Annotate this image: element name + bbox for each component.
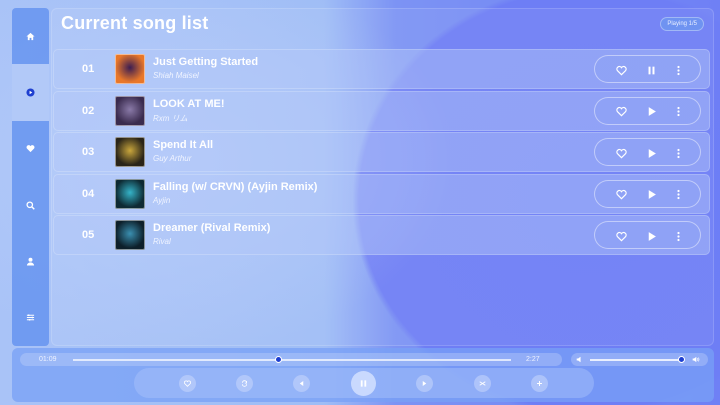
repeat-button[interactable]	[236, 375, 253, 392]
sidebar	[12, 8, 49, 346]
volume-handle[interactable]	[677, 356, 685, 363]
song-artist[interactable]: Rival	[153, 237, 171, 246]
song-artist[interactable]: Ayjin	[153, 196, 170, 205]
play-icon	[648, 107, 656, 116]
page-title: Current song list	[61, 13, 209, 33]
track-number: 05	[82, 229, 95, 241]
pause-button[interactable]	[645, 64, 657, 76]
volume-up-icon[interactable]	[692, 356, 700, 363]
total-time: 2:27	[526, 356, 540, 363]
sidebar-item-favorites[interactable]	[12, 121, 49, 177]
song-artist[interactable]: Guy Arthur	[153, 154, 191, 163]
sidebar-item-now-playing[interactable]	[12, 64, 49, 121]
pause-icon	[360, 380, 367, 387]
track-number: 03	[82, 146, 95, 158]
repeat-icon	[241, 380, 248, 387]
play-icon	[648, 190, 656, 199]
more-options-button[interactable]	[672, 106, 684, 118]
track-number: 04	[82, 187, 95, 200]
play-button[interactable]	[645, 147, 657, 159]
sidebar-item-settings[interactable]	[12, 289, 49, 345]
plus-icon	[537, 381, 542, 386]
pause-icon	[648, 66, 654, 74]
track-number: 01	[82, 63, 95, 75]
heart-outline-icon	[615, 189, 627, 200]
song-row[interactable]: 04 Falling (w/ CRVN) (Ayjin Remix) Ayjin	[53, 173, 710, 214]
song-title[interactable]: Dreamer (Rival Remix)	[153, 222, 270, 234]
song-title[interactable]: Falling (w/ CRVN) (Ayjin Remix)	[153, 181, 317, 193]
song-list: 01 Just Getting Started Shiah Maisel 02 …	[53, 49, 710, 257]
previous-button[interactable]	[293, 375, 310, 392]
more-vertical-icon	[676, 231, 680, 241]
more-vertical-icon	[676, 65, 680, 75]
play-pause-button[interactable]	[351, 371, 376, 396]
volume-down-icon[interactable]	[576, 356, 583, 363]
more-options-button[interactable]	[672, 64, 684, 76]
song-actions	[594, 96, 701, 125]
favorite-button[interactable]	[615, 106, 627, 118]
shuffle-icon	[479, 381, 486, 386]
previous-icon	[299, 381, 304, 386]
favorite-button[interactable]	[615, 230, 627, 242]
heart-outline-icon	[184, 380, 191, 387]
sliders-icon	[26, 314, 35, 321]
favorite-button[interactable]	[615, 189, 627, 201]
sidebar-item-home[interactable]	[12, 8, 49, 64]
next-button[interactable]	[416, 375, 433, 392]
song-artist[interactable]: Rxm リム	[153, 113, 188, 124]
song-actions	[594, 55, 701, 83]
heart-outline-icon	[615, 65, 627, 76]
search-icon	[26, 200, 35, 210]
song-actions	[594, 179, 701, 208]
heart-icon	[26, 145, 35, 153]
song-row[interactable]: 02 LOOK AT ME! Rxm リム	[53, 90, 710, 131]
shuffle-button[interactable]	[474, 375, 491, 392]
album-cover	[115, 95, 145, 126]
user-icon	[26, 257, 35, 266]
song-title[interactable]: Just Getting Started	[153, 56, 258, 68]
song-actions	[594, 221, 701, 249]
heart-outline-icon	[615, 231, 627, 242]
track-number: 02	[82, 104, 95, 117]
song-row[interactable]: 03 Spend It All Guy Arthur	[53, 132, 710, 172]
album-cover	[115, 54, 145, 84]
more-options-button[interactable]	[672, 230, 684, 242]
song-row[interactable]: 05 Dreamer (Rival Remix) Rival	[53, 215, 710, 255]
more-vertical-icon	[676, 106, 680, 117]
play-icon	[648, 148, 656, 158]
more-vertical-icon	[676, 148, 680, 158]
song-title[interactable]: Spend It All	[153, 139, 213, 151]
song-actions	[594, 138, 701, 166]
play-button[interactable]	[645, 189, 657, 201]
more-vertical-icon	[676, 189, 680, 200]
play-button[interactable]	[645, 230, 657, 242]
favorite-button[interactable]	[615, 147, 627, 159]
song-title[interactable]: LOOK AT ME!	[153, 98, 225, 110]
sidebar-item-search[interactable]	[12, 177, 49, 233]
add-to-playlist-button[interactable]	[531, 375, 548, 392]
sidebar-item-profile[interactable]	[12, 233, 49, 289]
play-circle-icon	[26, 88, 35, 97]
heart-outline-icon	[615, 106, 627, 117]
heart-outline-icon	[615, 148, 627, 159]
status-badge: Playing 1/5	[660, 17, 704, 31]
play-icon	[648, 231, 656, 241]
favorite-button[interactable]	[615, 64, 627, 76]
like-button[interactable]	[179, 375, 196, 392]
seek-track[interactable]	[73, 359, 511, 361]
album-cover	[115, 137, 145, 167]
next-icon	[422, 381, 427, 386]
play-button[interactable]	[645, 106, 657, 118]
current-time: 01:09	[39, 356, 57, 363]
album-cover	[115, 178, 145, 209]
album-cover	[115, 220, 145, 250]
volume-track[interactable]	[590, 359, 682, 361]
song-artist[interactable]: Shiah Maisel	[153, 71, 199, 80]
more-options-button[interactable]	[672, 147, 684, 159]
home-icon	[26, 32, 35, 40]
song-row[interactable]: 01 Just Getting Started Shiah Maisel	[53, 49, 710, 89]
more-options-button[interactable]	[672, 189, 684, 201]
